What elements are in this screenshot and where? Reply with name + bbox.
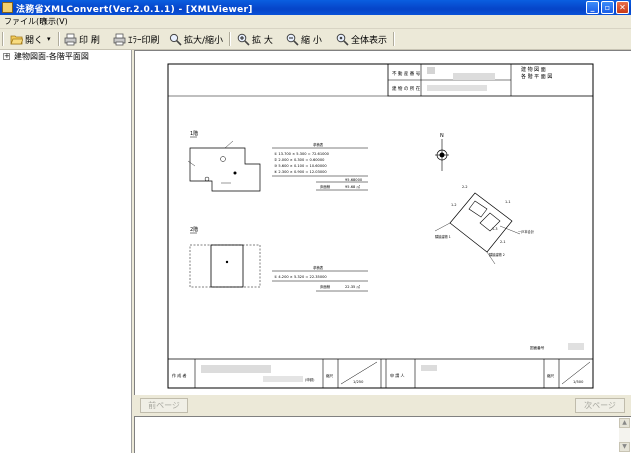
floor1-label: 1階 (190, 130, 198, 137)
printer-icon (64, 33, 77, 45)
header-right1: 建 物 図 面 (521, 66, 546, 73)
fit-page-icon (336, 33, 349, 46)
open-label: 開く (25, 35, 44, 46)
open-button[interactable]: 開く ▾ (10, 31, 51, 47)
close-button[interactable]: ✕ (616, 1, 629, 14)
floor1-area: 95.68 ㎡ (345, 184, 360, 189)
footer-scale-label-2: 縮尺 (547, 373, 555, 378)
footer-scale-label-1: 縮尺 (326, 373, 334, 378)
document-tree: + 建物図面-各階平面図 (0, 50, 132, 453)
restore-button[interactable]: ▫ (601, 1, 614, 14)
zoom-toggle-button[interactable]: 拡大/縮小 (169, 31, 223, 47)
zoom-out-icon (286, 33, 299, 46)
tree-item-label: 建物図面-各階平面図 (14, 52, 89, 61)
site-label: 1-1 (505, 200, 511, 204)
document-viewer: 不 動 産 番 号 建 物 の 所 在 建 物 図 面 各 階 平 面 図 1階… (134, 50, 631, 395)
site-label: 一戸本合計 (518, 229, 535, 234)
prev-page-button[interactable]: 前ページ (140, 398, 188, 413)
footer-author-note: (申請) (305, 377, 315, 382)
floor1-row: ③ 5.600 × 0.100 = 10.60000 (274, 164, 327, 168)
zoom-in-icon (237, 33, 250, 46)
image-number-label: 図面番号 (530, 345, 545, 350)
redacted-block (427, 67, 435, 74)
header-right2: 各 階 平 面 図 (521, 73, 552, 80)
site-note: 隣接建物 1 (435, 234, 451, 239)
error-print-button[interactable]: ｴﾗｰ印刷 (113, 31, 160, 47)
floor1-row: ② 2.000 × 0.300 = 0.60000 (274, 158, 325, 162)
zoom-out-button[interactable]: 縮 小 (286, 31, 322, 47)
header-row2-label: 建 物 の 所 在 (392, 85, 421, 92)
floor2-area-label: 床面積 (320, 284, 331, 289)
footer-scale-value-1: 1/250 (353, 380, 364, 384)
toolbar: 開く ▾ 印 刷 ｴﾗｰ印刷 拡大/縮小 拡 大 縮 小 全体表示 (0, 29, 631, 50)
title-bar: 法務省XMLConvert(Ver.2.0.1.1) - [XMLViewer]… (0, 0, 631, 15)
floor1-sum: 95.68000 (345, 178, 363, 182)
redacted-block (427, 85, 487, 91)
floor2-area: 22.35 ㎡ (345, 284, 360, 289)
folder-open-icon (10, 35, 23, 44)
magnifier-icon (169, 33, 182, 46)
minimize-button[interactable]: _ (586, 1, 599, 14)
floor2-table-title: 求積表 (313, 265, 324, 270)
error-print-label: ｴﾗｰ印刷 (128, 35, 160, 46)
site-label: 2-1 (500, 240, 506, 244)
zoom-in-label: 拡 大 (252, 35, 273, 46)
print-button[interactable]: 印 刷 (64, 31, 100, 47)
site-label: 1-2 (451, 203, 457, 207)
expand-icon[interactable]: + (3, 53, 10, 60)
next-page-button[interactable]: 次ページ (575, 398, 625, 413)
output-pane[interactable]: ▲ ▼ (134, 416, 631, 453)
redacted-block (453, 73, 495, 80)
floor1-table-title: 求積表 (313, 142, 324, 147)
app-icon (2, 2, 13, 13)
fit-all-label: 全体表示 (351, 35, 388, 46)
floor2-label: 2階 (190, 226, 198, 233)
redacted-block (568, 343, 584, 350)
scroll-down-icon[interactable]: ▼ (619, 442, 630, 452)
floor2-row: ① 4.200 × 5.320 = 22.35000 (274, 275, 327, 279)
menu-bar: ファイル(F) 表示(V) (0, 15, 631, 29)
fit-all-button[interactable]: 全体表示 (336, 31, 387, 47)
floor1-row: ① 13.700 × 5.300 = 72.61000 (274, 152, 330, 156)
header-row1-label: 不 動 産 番 号 (392, 70, 421, 77)
window-title: 法務省XMLConvert(Ver.2.0.1.1) - [XMLViewer] (16, 5, 253, 15)
site-label: 2-2 (462, 185, 468, 189)
print-label: 印 刷 (79, 35, 100, 46)
drawing-sheet: 不 動 産 番 号 建 物 の 所 在 建 物 図 面 各 階 平 面 図 1階… (167, 63, 594, 389)
scroll-up-icon[interactable]: ▲ (619, 418, 630, 428)
toolbar-separator (229, 32, 231, 46)
redacted-block (201, 365, 271, 373)
site-note: 隣接建物 2 (489, 252, 505, 257)
sheet-border (167, 63, 594, 389)
footer-author-label: 作 成 者 (172, 372, 187, 378)
tree-item-building-drawing[interactable]: + 建物図面-各階平面図 (3, 51, 89, 62)
redacted-block (263, 376, 303, 382)
toolbar-separator (393, 32, 395, 46)
zoom-toggle-label: 拡大/縮小 (184, 35, 224, 46)
site-label: 1-3 (492, 227, 498, 231)
redacted-block (421, 365, 437, 371)
printer-error-icon (113, 33, 126, 45)
page-navigation: 前ページ 次ページ (132, 395, 631, 415)
toolbar-separator (58, 32, 60, 46)
menu-view[interactable]: 表示(V) (40, 16, 68, 27)
output-scrollbar[interactable]: ▲ ▼ (619, 418, 630, 452)
dropdown-arrow-icon[interactable]: ▾ (47, 35, 51, 43)
footer-scale-value-2: 1/500 (573, 380, 584, 384)
north-label: N (440, 133, 444, 139)
zoom-out-label: 縮 小 (301, 35, 322, 46)
floor1-row: ④ 2.300 × 0.900 = 12.03000 (274, 170, 327, 174)
footer-applicant-label: 申 請 人 (390, 372, 405, 378)
toolbar-grip (2, 32, 4, 46)
floor1-area-label: 床面積 (320, 184, 331, 189)
zoom-in-button[interactable]: 拡 大 (237, 31, 273, 47)
